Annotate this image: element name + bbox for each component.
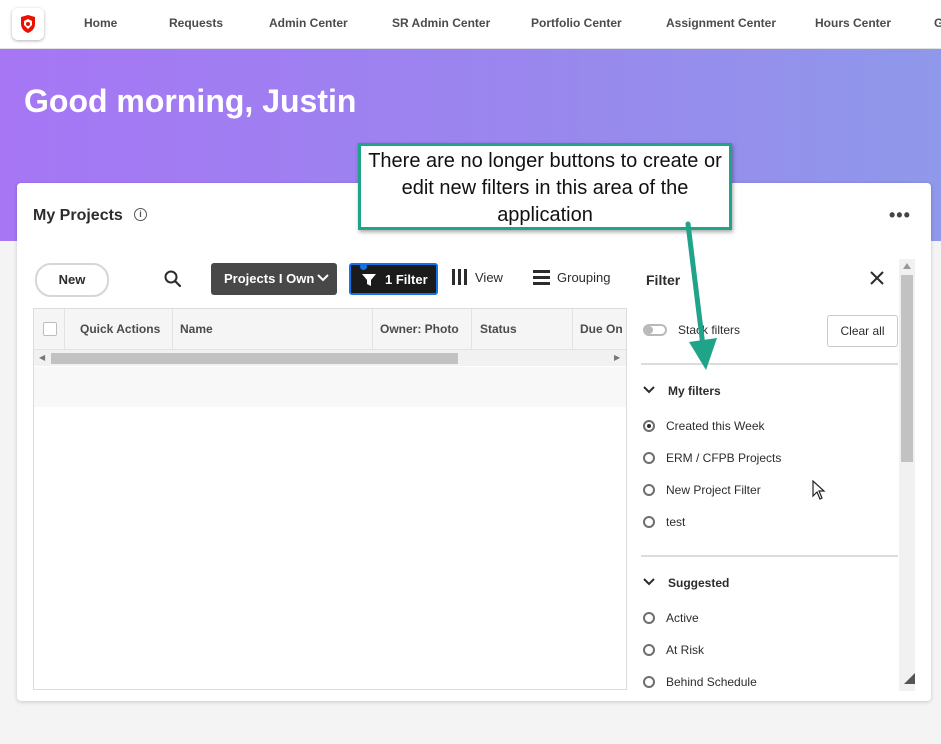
horizontal-scrollbar[interactable]: ◀ ▶ xyxy=(34,350,626,366)
column-divider xyxy=(471,309,472,349)
table-header: Quick Actions Name Owner: Photo Status D… xyxy=(34,309,626,350)
mouse-cursor-icon xyxy=(812,480,826,500)
radio-erm-cfpb-projects[interactable] xyxy=(643,452,655,464)
filter-option-label[interactable]: At Risk xyxy=(666,643,704,657)
chevron-down-icon xyxy=(317,274,329,282)
shield-logo-icon xyxy=(21,15,35,33)
suggested-heading: Suggested xyxy=(668,576,730,590)
nav-assignment-center[interactable]: Assignment Center xyxy=(666,16,776,30)
app-logo[interactable] xyxy=(12,8,44,40)
scroll-up-arrow-icon[interactable] xyxy=(903,263,911,269)
clear-all-button[interactable]: Clear all xyxy=(827,315,898,347)
card-title: My Projects xyxy=(33,207,123,224)
divider xyxy=(641,363,898,365)
scroll-right-arrow-icon[interactable]: ▶ xyxy=(614,353,620,362)
view-button[interactable]: View xyxy=(451,269,503,288)
my-filters-section-toggle[interactable]: My filters xyxy=(643,384,721,398)
chevron-down-icon xyxy=(643,386,655,394)
projects-dropdown[interactable]: Projects I Own xyxy=(211,263,337,295)
filter-button[interactable]: 1 Filter xyxy=(349,263,438,295)
column-due-on[interactable]: Due On xyxy=(580,322,623,336)
radio-active[interactable] xyxy=(643,612,655,624)
list-rows-icon xyxy=(533,270,550,285)
table-row xyxy=(34,367,626,407)
nav-admin-center[interactable]: Admin Center xyxy=(269,16,348,30)
projects-dropdown-label: Projects I Own xyxy=(224,271,315,286)
filter-option-label[interactable]: ERM / CFPB Projects xyxy=(666,451,781,465)
nav-portfolio-center[interactable]: Portfolio Center xyxy=(531,16,622,30)
column-status[interactable]: Status xyxy=(480,322,517,336)
vertical-scroll-thumb[interactable] xyxy=(901,275,913,462)
new-button[interactable]: New xyxy=(35,263,109,297)
filter-option-label[interactable]: test xyxy=(666,515,685,529)
suggested-section-toggle[interactable]: Suggested xyxy=(643,576,729,590)
view-button-label: View xyxy=(475,270,503,285)
my-projects-card: My Projects i ••• New Projects I Own 1 F… xyxy=(17,183,931,701)
column-divider xyxy=(372,309,373,349)
filter-option-label[interactable]: New Project Filter xyxy=(666,483,761,497)
search-icon[interactable] xyxy=(164,270,182,293)
radio-new-project-filter[interactable] xyxy=(643,484,655,496)
filter-option-label[interactable]: Behind Schedule xyxy=(666,675,757,689)
filter-option-label[interactable]: Created this Week xyxy=(666,419,765,433)
column-owner-photo[interactable]: Owner: Photo xyxy=(380,322,459,336)
radio-at-risk[interactable] xyxy=(643,644,655,656)
filter-button-label: 1 Filter xyxy=(385,272,428,287)
radio-test[interactable] xyxy=(643,516,655,528)
nav-hours-center[interactable]: Hours Center xyxy=(815,16,891,30)
column-name[interactable]: Name xyxy=(180,322,213,336)
resize-handle-icon[interactable] xyxy=(904,673,915,684)
stack-filters-label: Stack filters xyxy=(678,323,741,337)
projects-table: Quick Actions Name Owner: Photo Status D… xyxy=(33,308,627,690)
close-icon[interactable] xyxy=(870,271,884,290)
top-navigation: Home Requests Admin Center SR Admin Cent… xyxy=(0,0,941,49)
filter-active-indicator xyxy=(360,263,367,270)
nav-home[interactable]: Home xyxy=(84,16,117,30)
column-divider xyxy=(172,309,173,349)
my-filters-heading: My filters xyxy=(668,384,721,398)
horizontal-scroll-thumb[interactable] xyxy=(51,353,458,364)
greeting-heading: Good morning, Justin xyxy=(24,83,357,119)
grouping-button[interactable]: Grouping xyxy=(533,269,610,288)
column-quick-actions[interactable]: Quick Actions xyxy=(80,322,160,336)
chevron-down-icon xyxy=(643,578,655,586)
column-divider xyxy=(572,309,573,349)
radio-behind-schedule[interactable] xyxy=(643,676,655,688)
filter-panel-title: Filter xyxy=(646,272,681,288)
nav-sr-admin-center[interactable]: SR Admin Center xyxy=(392,16,490,30)
nav-item-truncated[interactable]: G xyxy=(934,16,941,30)
annotation-callout: There are no longer buttons to create or… xyxy=(358,143,732,230)
filter-panel-scrollbar[interactable] xyxy=(899,259,915,691)
nav-requests[interactable]: Requests xyxy=(169,16,223,30)
more-options-icon[interactable]: ••• xyxy=(889,205,911,226)
scroll-left-arrow-icon[interactable]: ◀ xyxy=(39,353,45,362)
filter-option-label[interactable]: Active xyxy=(666,611,699,625)
grouping-button-label: Grouping xyxy=(557,270,611,285)
stack-filters-toggle[interactable] xyxy=(643,324,667,336)
funnel-icon xyxy=(362,274,376,286)
divider xyxy=(641,555,898,557)
radio-created-this-week[interactable] xyxy=(643,420,655,432)
column-divider xyxy=(64,309,65,349)
select-all-checkbox[interactable] xyxy=(43,322,57,336)
columns-icon xyxy=(452,269,467,285)
info-icon[interactable]: i xyxy=(134,208,147,221)
